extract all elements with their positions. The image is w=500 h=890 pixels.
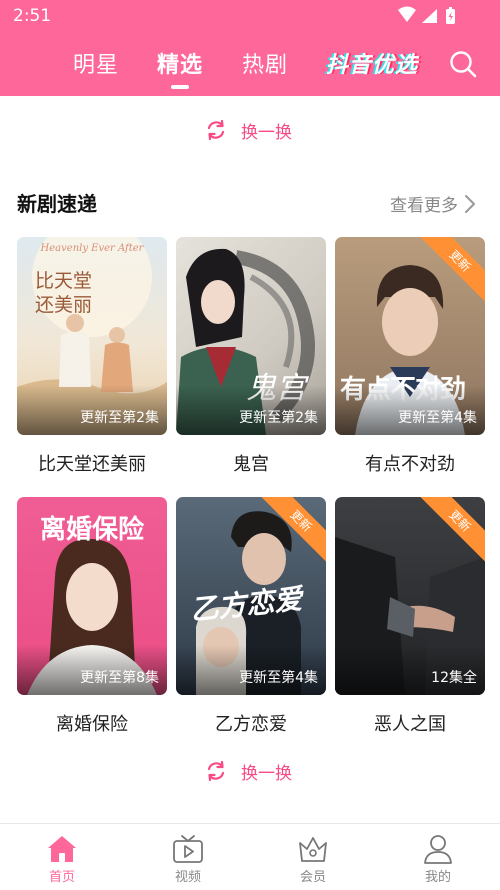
nav-home[interactable]: 首页: [32, 834, 92, 885]
search-icon[interactable]: [449, 50, 477, 78]
refresh-button-bottom[interactable]: 换一换: [205, 759, 292, 784]
wifi-icon: [398, 6, 416, 22]
nav-membership[interactable]: 会员: [283, 834, 343, 885]
status-icons: [398, 6, 455, 24]
drama-poster[interactable]: Heavenly Ever After 比天堂 还美丽 更新至第2集: [17, 237, 167, 435]
view-more-button[interactable]: 查看更多: [390, 191, 476, 216]
tab-stars[interactable]: 明星: [73, 47, 119, 79]
nav-video[interactable]: 视频: [158, 834, 218, 885]
signal-icon: [422, 9, 437, 23]
douyin-youxuan-logo[interactable]: 抖音优选: [326, 47, 418, 79]
drama-card[interactable]: Heavenly Ever After 比天堂 还美丽 更新至第2集 比天堂还美…: [17, 237, 167, 476]
poster-title-art: 离婚保险: [39, 515, 144, 545]
drama-title[interactable]: 鬼宫: [176, 450, 326, 476]
tab-hot-dramas[interactable]: 热剧: [242, 47, 288, 79]
drama-title[interactable]: 离婚保险: [17, 710, 167, 736]
view-more-label: 查看更多: [390, 196, 458, 216]
home-icon: [48, 836, 76, 862]
section-title: 新剧速递: [17, 192, 97, 216]
episode-status: 更新至第8集: [80, 670, 159, 686]
poster-script: Heavenly Ever After: [40, 243, 144, 254]
episode-status: 更新至第4集: [398, 410, 477, 426]
top-header: 2:51 明星 精选 热剧 抖音优选: [0, 0, 500, 96]
nav-video-label: 视频: [174, 870, 201, 885]
drama-poster[interactable]: 离婚保险 更新至第8集: [17, 497, 167, 695]
active-tab-indicator: [171, 85, 189, 89]
refresh-icon: [207, 119, 225, 141]
refresh-label: 换一换: [241, 122, 292, 143]
drama-title[interactable]: 恶人之国: [335, 710, 485, 736]
nav-profile-label: 我的: [424, 870, 451, 885]
user-icon: [424, 835, 452, 864]
drama-title[interactable]: 乙方恋爱: [176, 710, 326, 736]
drama-poster[interactable]: 鬼宫 更新至第2集: [176, 237, 326, 435]
episode-status: 12集全: [431, 670, 477, 686]
poster-title-art: 比天堂 还美丽: [35, 270, 93, 316]
drama-poster[interactable]: 乙方恋爱 更新 更新至第4集: [176, 497, 326, 695]
episode-status: 更新至第2集: [80, 410, 159, 426]
drama-card[interactable]: 有点不对劲 更新 更新至第4集 有点不对劲: [335, 237, 485, 476]
bottom-nav: 首页 视频 会员 我的: [0, 823, 500, 890]
status-time: 2:51: [13, 6, 52, 26]
drama-card[interactable]: 乙方恋爱 更新 更新至第4集 乙方恋爱: [176, 497, 326, 736]
refresh-label: 换一换: [241, 763, 292, 784]
refresh-icon: [207, 760, 225, 782]
drama-poster[interactable]: 有点不对劲 更新 更新至第4集: [335, 237, 485, 435]
drama-title[interactable]: 有点不对劲: [335, 450, 485, 476]
drama-card[interactable]: 更新 12集全 恶人之国: [335, 497, 485, 736]
crown-icon: [299, 837, 327, 862]
nav-membership-label: 会员: [299, 870, 326, 885]
nav-home-label: 首页: [48, 870, 75, 885]
tv-icon: [173, 835, 203, 863]
drama-card[interactable]: 离婚保险 更新至第8集 离婚保险: [17, 497, 167, 736]
nav-profile[interactable]: 我的: [408, 834, 468, 885]
chevron-right-icon: [465, 194, 475, 213]
drama-title[interactable]: 比天堂还美丽: [17, 450, 167, 476]
tab-featured[interactable]: 精选: [157, 47, 203, 79]
drama-poster[interactable]: 更新 12集全: [335, 497, 485, 695]
drama-card[interactable]: 鬼宫 更新至第2集 鬼宫: [176, 237, 326, 476]
refresh-button-top[interactable]: 换一换: [205, 118, 292, 143]
episode-status: 更新至第2集: [239, 410, 318, 426]
episode-status: 更新至第4集: [239, 670, 318, 686]
